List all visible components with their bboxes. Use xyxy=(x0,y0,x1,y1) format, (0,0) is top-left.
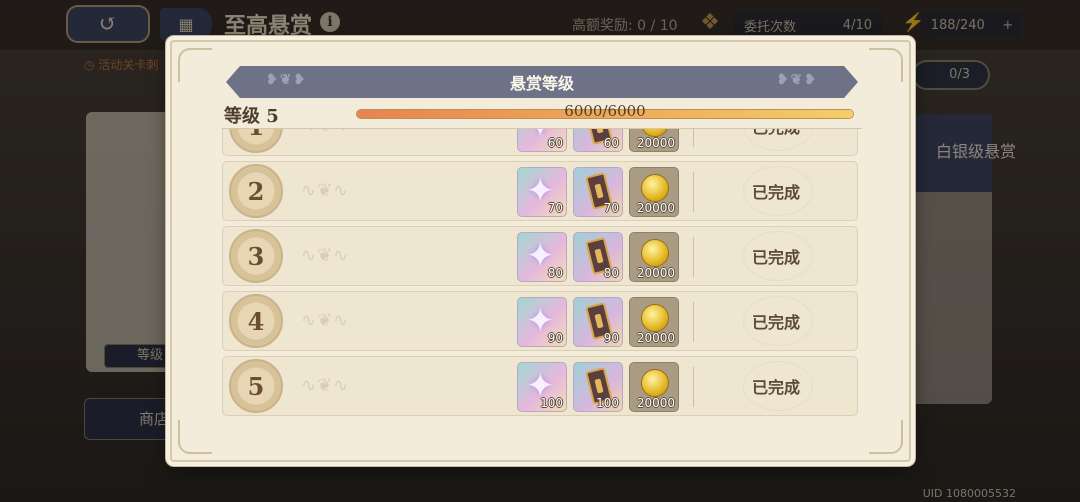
reward-quantity: 60 xyxy=(603,136,619,150)
modal-title: 悬赏等级 xyxy=(509,74,574,93)
level-row: 3 ∿❦∿ ✦ 80 80 20000 已完成 xyxy=(222,226,858,286)
reward-card-ticket[interactable]: 90 xyxy=(573,297,623,347)
reward-gold-coin[interactable]: 20000 xyxy=(629,232,679,282)
reward-card-ticket[interactable]: 60 xyxy=(573,129,623,152)
row-ornament-icon: ∿❦∿ xyxy=(301,129,349,136)
reward-star-crystal[interactable]: ✦ 100 xyxy=(517,362,567,412)
reward-gold-coin[interactable]: 20000 xyxy=(629,129,679,152)
reward-card-ticket[interactable]: 70 xyxy=(573,167,623,217)
reward-quantity: 80 xyxy=(603,266,619,280)
row-ornament-icon: ∿❦∿ xyxy=(301,310,350,331)
reward-quantity: 100 xyxy=(596,396,619,410)
level-row: 2 ∿❦∿ ✦ 70 70 20000 已完成 xyxy=(222,161,858,221)
level-badge: 1 xyxy=(229,129,283,153)
row-ornament-icon: ∿❦∿ xyxy=(301,245,350,266)
completed-status: 已完成 xyxy=(751,378,800,397)
gold-coin-icon xyxy=(641,369,669,397)
reward-quantity: 20000 xyxy=(636,136,675,150)
corner-ornament xyxy=(869,420,903,454)
reward-quantity: 70 xyxy=(547,201,563,215)
level-badge: 4 xyxy=(229,294,283,348)
level-row: 4 ∿❦∿ ✦ 90 90 20000 已完成 xyxy=(222,291,858,351)
reward-star-crystal[interactable]: ✦ 60 xyxy=(517,129,567,152)
reward-star-crystal[interactable]: ✦ 90 xyxy=(517,297,567,347)
reward-quantity: 100 xyxy=(540,396,563,410)
level-badge: 5 xyxy=(229,359,283,413)
reward-quantity: 20000 xyxy=(636,201,675,215)
reward-quantity: 60 xyxy=(547,136,563,150)
corner-ornament xyxy=(178,48,212,82)
reward-card-ticket[interactable]: 80 xyxy=(573,232,623,282)
reward-star-crystal[interactable]: ✦ 80 xyxy=(517,232,567,282)
reward-quantity: 20000 xyxy=(636,396,675,410)
gold-coin-icon xyxy=(641,239,669,267)
level-row: 1 ∿❦∿ ✦ 60 60 20000 已完成 xyxy=(222,129,858,156)
corner-ornament xyxy=(178,420,212,454)
reward-gold-coin[interactable]: 20000 xyxy=(629,167,679,217)
reward-star-crystal[interactable]: ✦ 70 xyxy=(517,167,567,217)
completed-status: 已完成 xyxy=(693,129,859,155)
level-list[interactable]: 1 ∿❦∿ ✦ 60 60 20000 已完成 xyxy=(222,129,862,419)
gold-coin-icon xyxy=(641,174,669,202)
row-ornament-icon: ∿❦∿ xyxy=(301,375,350,396)
level-row: 5 ∿❦∿ ✦ 100 100 20000 已完成 xyxy=(222,356,858,416)
completed-status: 已完成 xyxy=(751,313,800,332)
reward-quantity: 80 xyxy=(547,266,563,280)
banner-ornament-icon: ❥❦❥ xyxy=(776,72,818,88)
completed-status: 已完成 xyxy=(751,183,800,202)
reward-quantity: 70 xyxy=(603,201,619,215)
reward-quantity: 20000 xyxy=(636,266,675,280)
reward-gold-coin[interactable]: 20000 xyxy=(629,297,679,347)
level-badge: 3 xyxy=(229,229,283,283)
level-badge: 2 xyxy=(229,164,283,218)
reward-gold-coin[interactable]: 20000 xyxy=(629,362,679,412)
gold-coin-icon xyxy=(641,304,669,332)
current-level-label: 等级 5 xyxy=(224,106,279,127)
level-progress-text: 6000/6000 xyxy=(564,102,646,120)
modal-title-banner: ❥❦❥ 悬赏等级 ❥❦❥ xyxy=(226,66,858,98)
row-ornament-icon: ∿❦∿ xyxy=(301,180,350,201)
banner-ornament-icon: ❥❦❥ xyxy=(266,72,308,88)
reward-card-ticket[interactable]: 100 xyxy=(573,362,623,412)
completed-status: 已完成 xyxy=(751,248,800,267)
reward-quantity: 90 xyxy=(547,331,563,345)
reward-quantity: 90 xyxy=(603,331,619,345)
bounty-level-modal: ❥❦❥ 悬赏等级 ❥❦❥ 等级 5 6000/6000 1 ∿❦∿ ✦ 60 6… xyxy=(170,40,911,462)
corner-ornament xyxy=(869,48,903,82)
reward-quantity: 20000 xyxy=(636,331,675,345)
